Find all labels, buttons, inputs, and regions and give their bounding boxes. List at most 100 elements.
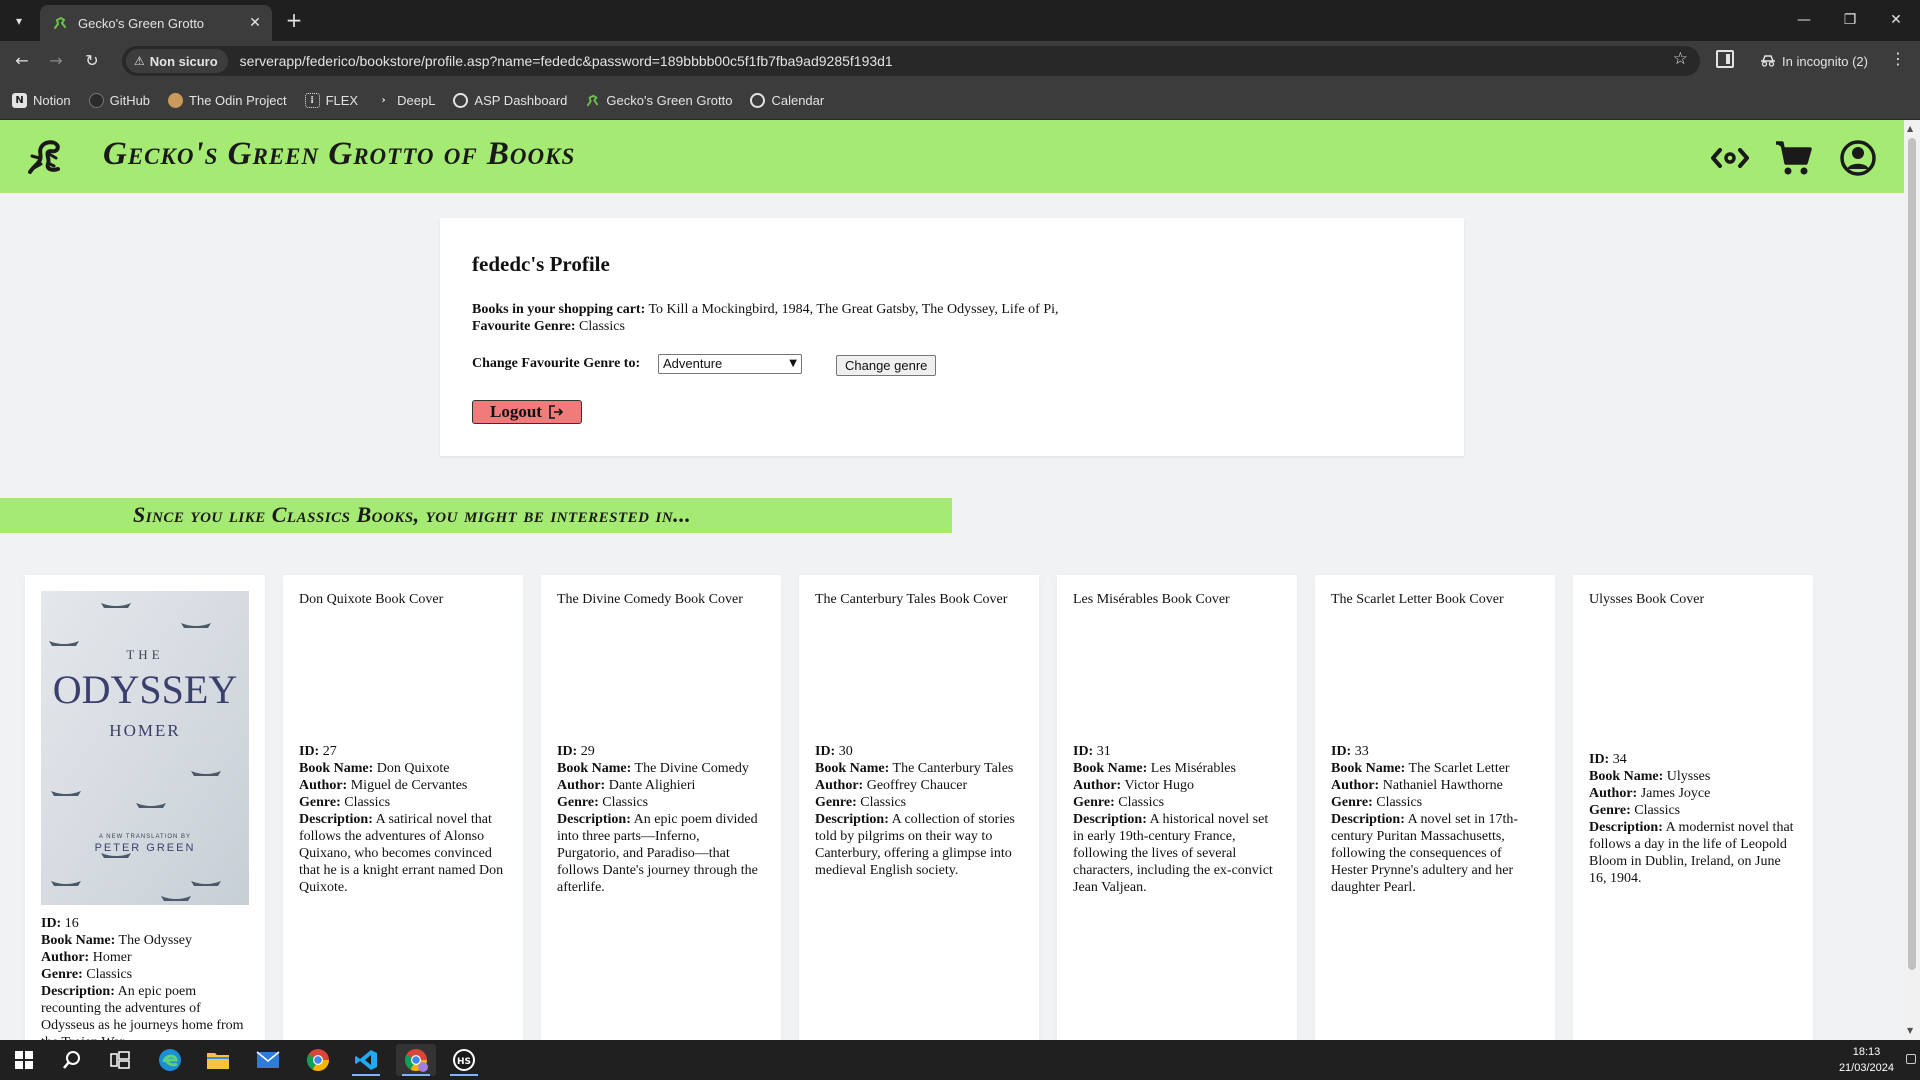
bookmark-github[interactable]: GitHub (88, 92, 150, 108)
bookmark-flex[interactable]: ⁞ FLEX (304, 92, 358, 108)
scrollbar-thumb[interactable] (1908, 138, 1916, 970)
github-icon (88, 92, 104, 108)
profile-heading: fededc's Profile (472, 252, 610, 276)
book-card[interactable]: The Canterbury Tales Book Cover ID: 30 B… (799, 575, 1039, 1040)
incognito-indicator[interactable]: In incognito (2) (1750, 47, 1878, 75)
windows-start-icon[interactable] (4, 1044, 44, 1076)
bookmark-geckos-green-grotto[interactable]: Gecko's Green Grotto (585, 93, 732, 108)
search-icon[interactable] (52, 1044, 92, 1076)
forward-arrow-icon[interactable]: → (44, 49, 68, 73)
book-details: ID: 16 Book Name: The Odyssey Author: Ho… (41, 915, 249, 1040)
account-circle-icon[interactable] (1838, 138, 1878, 178)
book-name: The Odyssey (118, 933, 193, 948)
book-details: ID: 29 Book Name: The Divine Comedy Auth… (557, 744, 758, 895)
system-clock[interactable]: 18:13 21/03/2024 (1839, 1044, 1894, 1076)
tab-search-button[interactable]: ▾ (8, 10, 30, 32)
book-name: The Scarlet Letter (1408, 761, 1510, 776)
browser-tab-bar: ▾ Gecko's Green Grotto ✕ + — ❐ ✕ (0, 0, 1920, 41)
task-view-icon[interactable] (100, 1044, 140, 1076)
book-card[interactable]: Ulysses Book Cover ID: 34 Book Name: Uly… (1573, 575, 1813, 1040)
book-cover-broken-image[interactable]: The Divine Comedy Book Cover (557, 591, 765, 608)
notion-icon: N (12, 92, 27, 108)
odyssey-cover-image[interactable]: THE ODYSSEY HOMER A NEW TRANSLATION BY P… (41, 591, 249, 905)
active-tab[interactable]: Gecko's Green Grotto ✕ (40, 5, 272, 41)
book-genre: Classics (86, 967, 133, 982)
mail-icon[interactable] (248, 1044, 288, 1076)
favourite-genre-line: Favourite Genre: Classics (472, 319, 625, 335)
scroll-down-icon[interactable]: ▼ (1907, 1026, 1913, 1035)
book-name: Les Misérables (1150, 761, 1236, 776)
book-cover-broken-image[interactable]: The Scarlet Letter Book Cover (1331, 591, 1539, 608)
code-icon[interactable] (1710, 138, 1750, 178)
genre-select[interactable]: Adventure ▼ (658, 354, 802, 374)
book-card[interactable]: THE ODYSSEY HOMER A NEW TRANSLATION BY P… (25, 575, 265, 1040)
bookmark-star-icon[interactable]: ☆ (1673, 49, 1688, 69)
bookmark-deepl[interactable]: › DeepL (376, 93, 436, 108)
cart-label: Books in your shopping cart: (472, 302, 646, 317)
browser-menu-icon[interactable]: ⋮ (1888, 49, 1908, 68)
recommendation-banner: Since you like Classics Books, you might… (0, 498, 952, 533)
book-card[interactable]: Don Quixote Book Cover ID: 27 Book Name:… (283, 575, 523, 1040)
book-cover-broken-image[interactable]: Les Misérables Book Cover (1073, 591, 1281, 608)
book-cover-broken-image[interactable]: Ulysses Book Cover (1589, 591, 1797, 608)
book-card[interactable]: Les Misérables Book Cover ID: 31 Book Na… (1057, 575, 1297, 1040)
cart-value: To Kill a Mockingbird, 1984, The Great G… (648, 302, 1059, 317)
genre-select-value: Adventure (663, 356, 723, 371)
globe-icon (750, 92, 766, 108)
bookmark-odin-project[interactable]: The Odin Project (168, 92, 287, 108)
logout-button[interactable]: Logout (472, 400, 582, 424)
security-label: Non sicuro (149, 53, 218, 69)
restore-icon[interactable]: ❐ (1840, 10, 1860, 30)
gecko-favicon-icon (54, 16, 66, 29)
bookmark-notion[interactable]: N Notion (12, 92, 71, 108)
hs-app-icon[interactable]: HS (444, 1044, 484, 1076)
book-author: James Joyce (1640, 786, 1711, 801)
gecko-logo-icon[interactable] (24, 136, 66, 178)
reload-icon[interactable]: ↻ (80, 49, 104, 73)
book-id: 30 (838, 744, 853, 759)
chrome-icon[interactable] (298, 1044, 338, 1076)
book-card[interactable]: The Divine Comedy Book Cover ID: 29 Book… (541, 575, 781, 1040)
logout-label: Logout (490, 402, 542, 421)
site-title[interactable]: Gecko's Green Grotto of Books (103, 136, 575, 173)
security-indicator[interactable]: ⚠ Non sicuro (126, 49, 228, 73)
page-scrollbar[interactable]: ▲ ▼ (1904, 120, 1920, 1040)
scroll-up-icon[interactable]: ▲ (1907, 124, 1913, 133)
book-details: ID: 31 Book Name: Les Misérables Author:… (1073, 744, 1273, 895)
shopping-cart-icon[interactable] (1774, 138, 1814, 178)
tab-close-icon[interactable]: ✕ (246, 15, 264, 31)
notification-icon[interactable] (1906, 1054, 1916, 1064)
book-author: Geoffrey Chaucer (866, 778, 968, 793)
book-genre: Classics (1634, 803, 1681, 818)
book-card[interactable]: The Scarlet Letter Book Cover ID: 33 Boo… (1315, 575, 1555, 1040)
svg-text:HS: HS (457, 1057, 471, 1067)
gecko-icon (587, 94, 599, 106)
bookmarks-bar: N Notion GitHub The Odin Project ⁞ FLEX › D… (0, 81, 1920, 120)
file-explorer-icon[interactable] (198, 1044, 238, 1076)
new-tab-icon[interactable]: + (282, 8, 306, 32)
book-cover-broken-image[interactable]: The Canterbury Tales Book Cover (815, 591, 1023, 608)
url-text[interactable]: serverapp/federico/bookstore/profile.asp… (240, 53, 893, 69)
incognito-icon (1761, 55, 1775, 67)
side-panel-icon[interactable] (1716, 50, 1734, 68)
change-genre-button[interactable]: Change genre (836, 355, 937, 376)
back-arrow-icon[interactable]: ← (10, 49, 34, 73)
close-window-icon[interactable]: ✕ (1886, 10, 1906, 30)
edge-browser-icon[interactable] (150, 1044, 190, 1076)
bookmark-asp-dashboard[interactable]: ASP Dashboard (453, 92, 567, 108)
book-author: Nathaniel Hawthorne (1382, 778, 1503, 793)
vscode-icon[interactable] (346, 1044, 386, 1076)
book-name: The Divine Comedy (634, 761, 749, 776)
book-author: Dante Alighieri (608, 778, 696, 793)
book-author: Miguel de Cervantes (350, 778, 468, 793)
book-details: ID: 30 Book Name: The Canterbury Tales A… (815, 744, 1015, 878)
address-bar[interactable]: ⚠ Non sicuro serverapp/federico/bookstor… (122, 46, 1700, 76)
book-genre: Classics (1376, 795, 1423, 810)
book-cover-broken-image[interactable]: Don Quixote Book Cover (299, 591, 507, 608)
chrome-profile-icon[interactable] (396, 1044, 436, 1076)
book-genre: Classics (860, 795, 907, 810)
book-details: ID: 33 Book Name: The Scarlet Letter Aut… (1331, 744, 1519, 895)
tab-title: Gecko's Green Grotto (78, 15, 205, 31)
bookmark-calendar[interactable]: Calendar (750, 92, 824, 108)
minimize-icon[interactable]: — (1794, 10, 1814, 30)
